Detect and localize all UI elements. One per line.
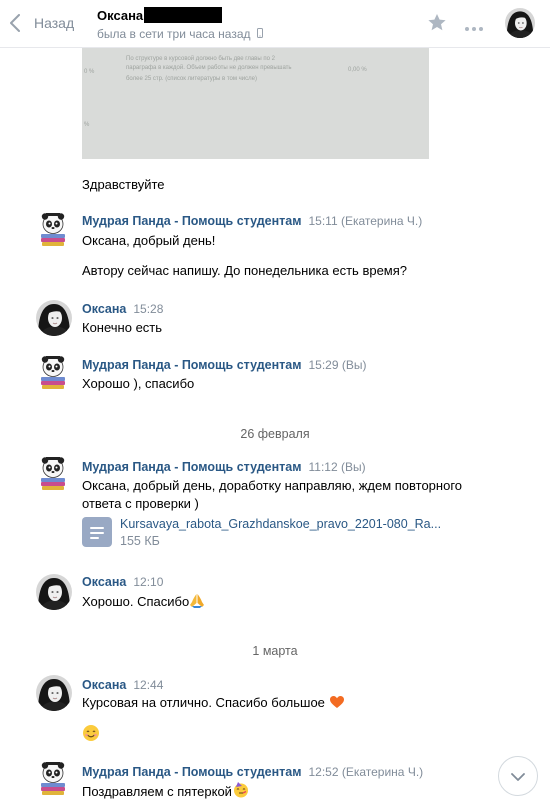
avatar[interactable] [38, 760, 68, 796]
message-time: 12:10 [133, 575, 164, 589]
message-text: Курсовая на отлично. Спасибо большое [82, 695, 329, 710]
photo-text-pct: % [84, 122, 90, 128]
photo-text-pct: 0 % [84, 69, 95, 75]
redaction-bar [144, 7, 223, 23]
peer-name: Оксана [97, 7, 144, 23]
message-time: 12:52 (Екатерина Ч.) [308, 765, 424, 779]
author-name[interactable]: Мудрая Панда - Помощь студентам [82, 214, 301, 228]
message-text: Хорошо. Спасибо [82, 594, 190, 609]
message-text: Хорошо ), спасибо [82, 376, 195, 391]
avatar[interactable] [38, 354, 68, 390]
message-text: Оксана, добрый день! [82, 233, 216, 248]
peer-info[interactable]: Оксана была в сети три часа назад [97, 6, 263, 41]
author-name[interactable]: Мудрая Панда - Помощь студентам [82, 460, 301, 474]
scroll-down-button[interactable] [498, 756, 538, 796]
message-time: 12:44 [133, 678, 164, 692]
author-name[interactable]: Мудрая Панда - Помощь студентам [82, 765, 301, 779]
folded-hands-emoji [189, 593, 205, 612]
photo-text-line: более 25 стр. (список литературы в том ч… [126, 76, 257, 82]
message-text: Здравствуйте [82, 177, 165, 192]
message-text: Оксана, добрый день, доработку направляю… [82, 478, 463, 493]
date-separator: 26 февраля [240, 427, 310, 441]
author-name[interactable]: Мудрая Панда - Помощь студентам [82, 358, 301, 372]
message-row: Поздравляем с пятеркой [82, 781, 250, 802]
author-name[interactable]: Оксана [82, 678, 126, 692]
document-size: 155 КБ [120, 534, 160, 548]
message-text: Автору сейчас напишу. До понедельника ес… [82, 263, 408, 278]
document-icon [82, 517, 112, 547]
heart-emoji [329, 695, 345, 713]
message-row: Курсовая на отлично. Спасибо большое [82, 694, 345, 713]
message-row: Хорошо. Спасибо [82, 593, 205, 612]
author-name[interactable]: Оксана [82, 302, 126, 316]
chevron-down-icon [511, 769, 525, 784]
chevron-left-icon [10, 14, 20, 32]
date-separator: 1 марта [252, 644, 298, 658]
peer-status: была в сети три часа назад [97, 27, 251, 41]
message-time: 15:29 (Вы) [308, 358, 367, 372]
avatar[interactable] [38, 211, 68, 247]
message-time: 11:12 (Вы) [308, 460, 366, 474]
author-name[interactable]: Оксана [82, 575, 126, 589]
photo-text-pct: 0,00 % [348, 67, 367, 73]
message-text: Конечно есть [82, 320, 163, 335]
back-label: Назад [34, 15, 75, 31]
mobile-phone-icon [256, 27, 263, 41]
chat-header: Назад Оксана была в сети три часа назад [0, 0, 550, 48]
document-name[interactable]: Kursavaya_rabota_Grazhdanskoe_pravo_2201… [120, 517, 441, 531]
star-icon[interactable] [427, 13, 447, 35]
back-button[interactable]: Назад [10, 11, 74, 35]
photo-text-line: По структуре в курсовой должно быть две … [126, 56, 275, 62]
photo-text-line: параграфа в каждой. Объем работы не долж… [126, 65, 292, 71]
photo-attachment[interactable]: По структуре в курсовой должно быть две … [82, 48, 429, 159]
message-text: ответа с проверки ) [82, 496, 199, 511]
message-text: Поздравляем с пятеркой [82, 784, 232, 799]
message-time: 15:11 (Екатерина Ч.) [308, 214, 423, 228]
avatar[interactable] [36, 574, 72, 610]
message-row [82, 724, 100, 746]
document-attachment[interactable]: Kursavaya_rabota_Grazhdanskoe_pravo_2201… [82, 517, 441, 548]
more-dots-icon[interactable] [464, 20, 484, 35]
smiling-emoji [82, 724, 100, 746]
avatar[interactable] [36, 300, 72, 336]
party-face-emoji [232, 781, 250, 802]
avatar[interactable] [38, 455, 68, 491]
peer-avatar[interactable] [505, 8, 535, 38]
avatar[interactable] [36, 675, 72, 711]
message-time: 15:28 [133, 302, 164, 316]
